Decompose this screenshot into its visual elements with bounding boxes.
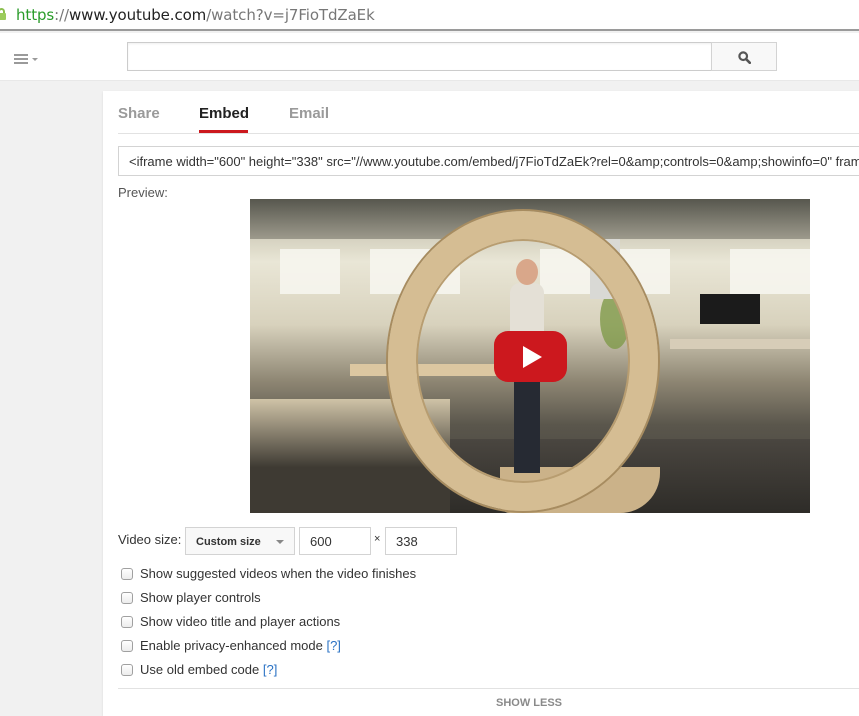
- url-text[interactable]: https://www.youtube.com/watch?v=j7FioTdZ…: [16, 6, 375, 24]
- checkbox[interactable]: [121, 640, 133, 652]
- video-size-row: Video size: Custom size 600 × 338: [118, 526, 718, 555]
- browser-address-bar[interactable]: https://www.youtube.com/watch?v=j7FioTdZ…: [0, 0, 859, 31]
- hamburger-icon: [14, 54, 28, 64]
- url-path: /watch?v=j7FioTdZaEk: [206, 6, 375, 24]
- video-thumb-monitor: [700, 294, 760, 324]
- preview-label: Preview:: [118, 185, 168, 200]
- video-thumb-window: [730, 249, 810, 294]
- option-privacy-mode[interactable]: Enable privacy-enhanced mode [?]: [121, 637, 521, 655]
- search-icon: [738, 51, 751, 64]
- embed-code-field[interactable]: <iframe width="600" height="338" src="//…: [118, 146, 859, 176]
- checkbox[interactable]: [121, 568, 133, 580]
- option-label: Use old embed code [?]: [140, 662, 278, 677]
- share-panel: Share Embed Email <iframe width="600" he…: [103, 91, 859, 716]
- url-separator: ://: [54, 6, 69, 24]
- option-title-actions[interactable]: Show video title and player actions: [121, 613, 521, 631]
- video-size-label: Video size:: [118, 532, 182, 547]
- guide-menu-button[interactable]: [14, 53, 40, 67]
- checkbox[interactable]: [121, 664, 133, 676]
- search-button[interactable]: [711, 42, 777, 71]
- option-label: Enable privacy-enhanced mode [?]: [140, 638, 341, 653]
- checkbox[interactable]: [121, 616, 133, 628]
- checkbox[interactable]: [121, 592, 133, 604]
- times-sign: ×: [374, 533, 381, 545]
- lock-icon: [0, 8, 6, 20]
- video-preview[interactable]: [250, 199, 810, 513]
- help-link[interactable]: [?]: [326, 638, 340, 653]
- video-height-input[interactable]: 338: [385, 527, 457, 555]
- video-size-select[interactable]: Custom size: [185, 527, 295, 555]
- option-suggested-videos[interactable]: Show suggested videos when the video fin…: [121, 565, 521, 583]
- tab-embed[interactable]: Embed: [199, 105, 249, 122]
- share-tabs: Share Embed Email: [118, 91, 859, 134]
- search-input[interactable]: [127, 42, 712, 71]
- tab-share[interactable]: Share: [118, 105, 160, 122]
- active-tab-indicator: [199, 130, 248, 133]
- video-thumb-window: [280, 249, 340, 294]
- help-link[interactable]: [?]: [263, 662, 277, 677]
- url-scheme: https: [16, 6, 55, 24]
- option-player-controls[interactable]: Show player controls: [121, 589, 521, 607]
- option-label: Show suggested videos when the video fin…: [140, 566, 417, 581]
- chevron-down-icon: [276, 540, 284, 544]
- video-size-selected: Custom size: [196, 536, 261, 548]
- caret-down-icon: [32, 58, 38, 61]
- tab-email[interactable]: Email: [289, 105, 329, 122]
- masthead: [0, 33, 859, 81]
- show-less-button[interactable]: SHOW LESS: [496, 697, 562, 709]
- option-label: Show player controls: [140, 590, 261, 605]
- option-old-embed[interactable]: Use old embed code [?]: [121, 661, 521, 679]
- url-host: www.youtube.com: [68, 6, 207, 24]
- play-icon[interactable]: [494, 331, 567, 382]
- option-label: Show video title and player actions: [140, 614, 341, 629]
- video-thumb-desk: [670, 339, 810, 349]
- divider: [118, 688, 859, 689]
- video-width-input[interactable]: 600: [299, 527, 371, 555]
